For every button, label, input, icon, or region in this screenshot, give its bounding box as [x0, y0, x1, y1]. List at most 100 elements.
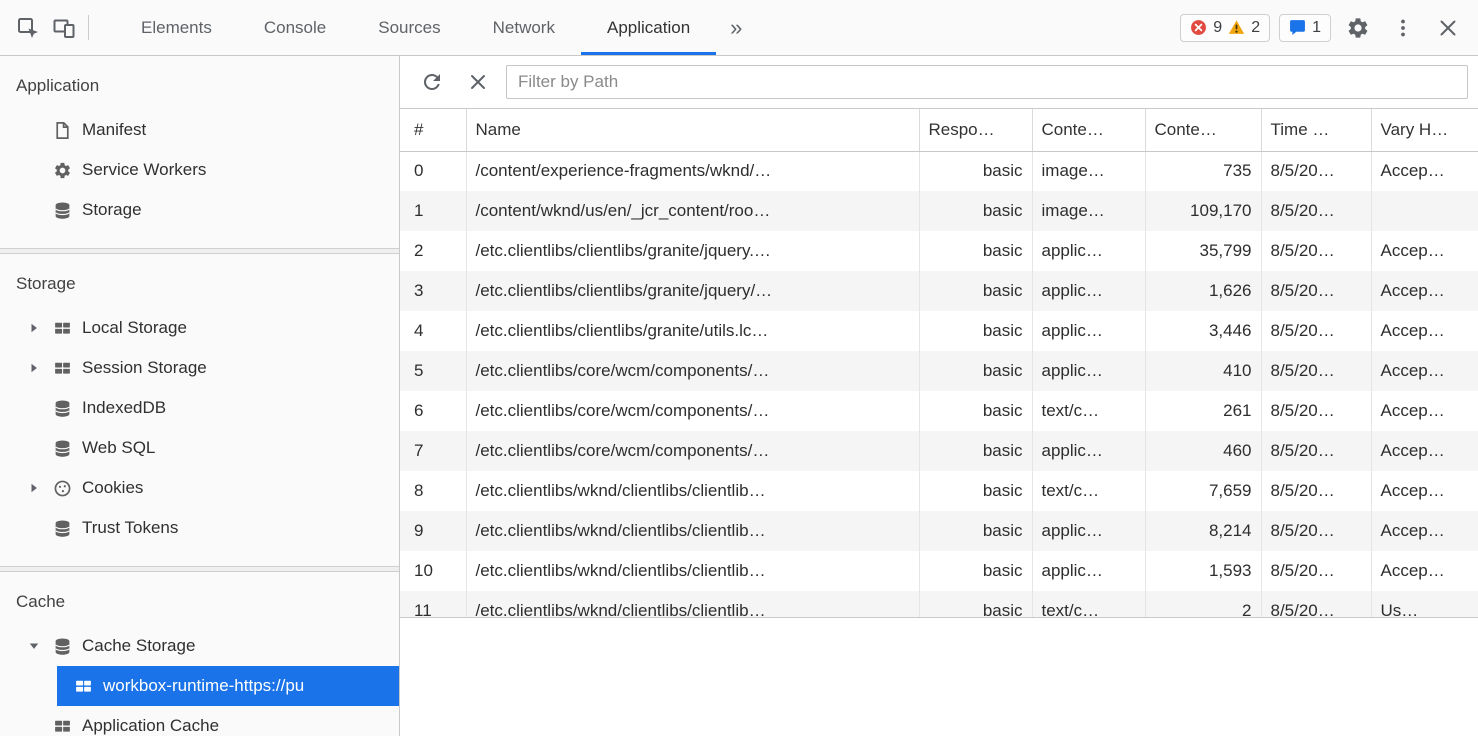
delete-selected-button[interactable]	[460, 64, 496, 100]
table-cell: 0	[400, 151, 466, 191]
table-row[interactable]: 0/content/experience-fragments/wknd/…bas…	[400, 151, 1478, 191]
application-sidebar: ApplicationManifestService WorkersStorag…	[0, 56, 400, 736]
table-row[interactable]: 5/etc.clientlibs/core/wcm/components/…ba…	[400, 351, 1478, 391]
sidebar-item-indexeddb[interactable]: IndexedDB	[0, 388, 399, 428]
table-cell: 8/5/20…	[1261, 551, 1371, 591]
column-header-3[interactable]: Conte…	[1032, 109, 1145, 151]
issues-badge[interactable]: 1	[1279, 14, 1331, 42]
table-cell: Accep…	[1371, 391, 1478, 431]
arrow-collapsed-icon[interactable]	[28, 362, 40, 374]
table-cell: basic	[919, 511, 1032, 551]
table-cell: 8/5/20…	[1261, 151, 1371, 191]
refresh-button[interactable]	[414, 64, 450, 100]
table-row[interactable]: 4/etc.clientlibs/clientlibs/granite/util…	[400, 311, 1478, 351]
sidebar-item-label: Cookies	[82, 478, 143, 498]
device-toolbar-button[interactable]	[46, 10, 82, 46]
sidebar-item-session-storage[interactable]: Session Storage	[0, 348, 399, 388]
table-cell: 6	[400, 391, 466, 431]
table-cell: 10	[400, 551, 466, 591]
gear-icon	[52, 160, 72, 180]
clear-icon	[466, 70, 490, 94]
table-cell: basic	[919, 271, 1032, 311]
table-header-row: #NameRespo…Conte…Conte…Time …Vary H…	[400, 109, 1478, 151]
table-cell: Accep…	[1371, 431, 1478, 471]
sidebar-item-cookies[interactable]: Cookies	[0, 468, 399, 508]
table-row[interactable]: 2/etc.clientlibs/clientlibs/granite/jque…	[400, 231, 1478, 271]
column-header-6[interactable]: Vary H…	[1371, 109, 1478, 151]
sidebar-item-local-storage[interactable]: Local Storage	[0, 308, 399, 348]
table-row[interactable]: 6/etc.clientlibs/core/wcm/components/…ba…	[400, 391, 1478, 431]
column-header-1[interactable]: Name	[466, 109, 919, 151]
arrow-collapsed-icon[interactable]	[28, 482, 40, 494]
sidebar-item-workbox-runtime-https-pu[interactable]: workbox-runtime-https://pu	[57, 666, 399, 706]
arrow-slot	[28, 482, 52, 494]
table-row[interactable]: 7/etc.clientlibs/core/wcm/components/…ba…	[400, 431, 1478, 471]
table-row[interactable]: 9/etc.clientlibs/wknd/clientlibs/clientl…	[400, 511, 1478, 551]
table-cell: Accep…	[1371, 231, 1478, 271]
table-cell: 109,170	[1145, 191, 1261, 231]
sidebar-section-cache: CacheCache Storageworkbox-runtime-https:…	[0, 572, 399, 736]
errors-warnings-badge[interactable]: 9 2	[1180, 14, 1270, 42]
table-cell: 2	[1145, 591, 1261, 617]
close-icon	[1436, 16, 1460, 40]
tab-console[interactable]: Console	[238, 0, 352, 55]
sidebar-item-application-cache[interactable]: Application Cache	[0, 706, 399, 736]
table-cell: /content/experience-fragments/wknd/…	[466, 151, 919, 191]
toolbar-right-group: 9 2 1	[1180, 0, 1478, 55]
tab-sources[interactable]: Sources	[352, 0, 466, 55]
table-cell: basic	[919, 551, 1032, 591]
table-row[interactable]: 1/content/wknd/us/en/_jcr_content/roo…ba…	[400, 191, 1478, 231]
inspect-element-button[interactable]	[10, 10, 46, 46]
more-options-button[interactable]	[1385, 10, 1421, 46]
tab-network[interactable]: Network	[467, 0, 581, 55]
table-cell: 35,799	[1145, 231, 1261, 271]
column-header-2[interactable]: Respo…	[919, 109, 1032, 151]
cookie-icon	[52, 478, 72, 498]
table-cell: 9	[400, 511, 466, 551]
table-cell: 8/5/20…	[1261, 351, 1371, 391]
table-row[interactable]: 8/etc.clientlibs/wknd/clientlibs/clientl…	[400, 471, 1478, 511]
sidebar-item-service-workers[interactable]: Service Workers	[0, 150, 399, 190]
table-row[interactable]: 11/etc.clientlibs/wknd/clientlibs/client…	[400, 591, 1478, 617]
settings-button[interactable]	[1340, 10, 1376, 46]
sidebar-item-label: Trust Tokens	[82, 518, 178, 538]
table-cell: 3,446	[1145, 311, 1261, 351]
tab-application[interactable]: Application	[581, 0, 716, 55]
table-icon	[52, 318, 72, 338]
table-cell: 7,659	[1145, 471, 1261, 511]
close-devtools-button[interactable]	[1430, 10, 1466, 46]
sidebar-tree: ApplicationManifestService WorkersStorag…	[0, 56, 399, 736]
table-cell: basic	[919, 351, 1032, 391]
sidebar-section-application: ApplicationManifestService WorkersStorag…	[0, 56, 399, 248]
table-icon	[73, 676, 93, 696]
column-header-0[interactable]: #	[400, 109, 466, 151]
sidebar-item-label: Application Cache	[82, 716, 219, 736]
arrow-collapsed-icon[interactable]	[28, 322, 40, 334]
section-title: Storage	[0, 270, 399, 298]
sidebar-item-label: Service Workers	[82, 160, 206, 180]
table-cell: 8/5/20…	[1261, 271, 1371, 311]
more-tabs-button[interactable]: »	[716, 0, 756, 55]
sidebar-item-trust-tokens[interactable]: Trust Tokens	[0, 508, 399, 548]
sidebar-section-storage: Storage Local StorageSession StorageIndex…	[0, 254, 399, 566]
table-row[interactable]: 3/etc.clientlibs/clientlibs/granite/jque…	[400, 271, 1478, 311]
table-cell: 410	[1145, 351, 1261, 391]
database-icon	[52, 200, 72, 220]
table-cell: 11	[400, 591, 466, 617]
table-cell: 1,593	[1145, 551, 1261, 591]
sidebar-item-storage[interactable]: Storage	[0, 190, 399, 230]
sidebar-item-manifest[interactable]: Manifest	[0, 110, 399, 150]
table-cell: Accep…	[1371, 271, 1478, 311]
column-header-4[interactable]: Conte…	[1145, 109, 1261, 151]
filter-by-path-input[interactable]	[506, 65, 1468, 99]
cache-entries-table: #NameRespo…Conte…Conte…Time …Vary H… 0/c…	[400, 109, 1478, 617]
sidebar-item-cache-storage[interactable]: Cache Storage	[0, 626, 399, 666]
sidebar-item-label: workbox-runtime-https://pu	[103, 676, 304, 696]
preview-pane	[400, 617, 1478, 736]
table-cell: /etc.clientlibs/wknd/clientlibs/clientli…	[466, 591, 919, 617]
column-header-5[interactable]: Time …	[1261, 109, 1371, 151]
arrow-expanded-icon[interactable]	[28, 640, 40, 652]
tab-elements[interactable]: Elements	[115, 0, 238, 55]
table-row[interactable]: 10/etc.clientlibs/wknd/clientlibs/client…	[400, 551, 1478, 591]
sidebar-item-web-sql[interactable]: Web SQL	[0, 428, 399, 468]
